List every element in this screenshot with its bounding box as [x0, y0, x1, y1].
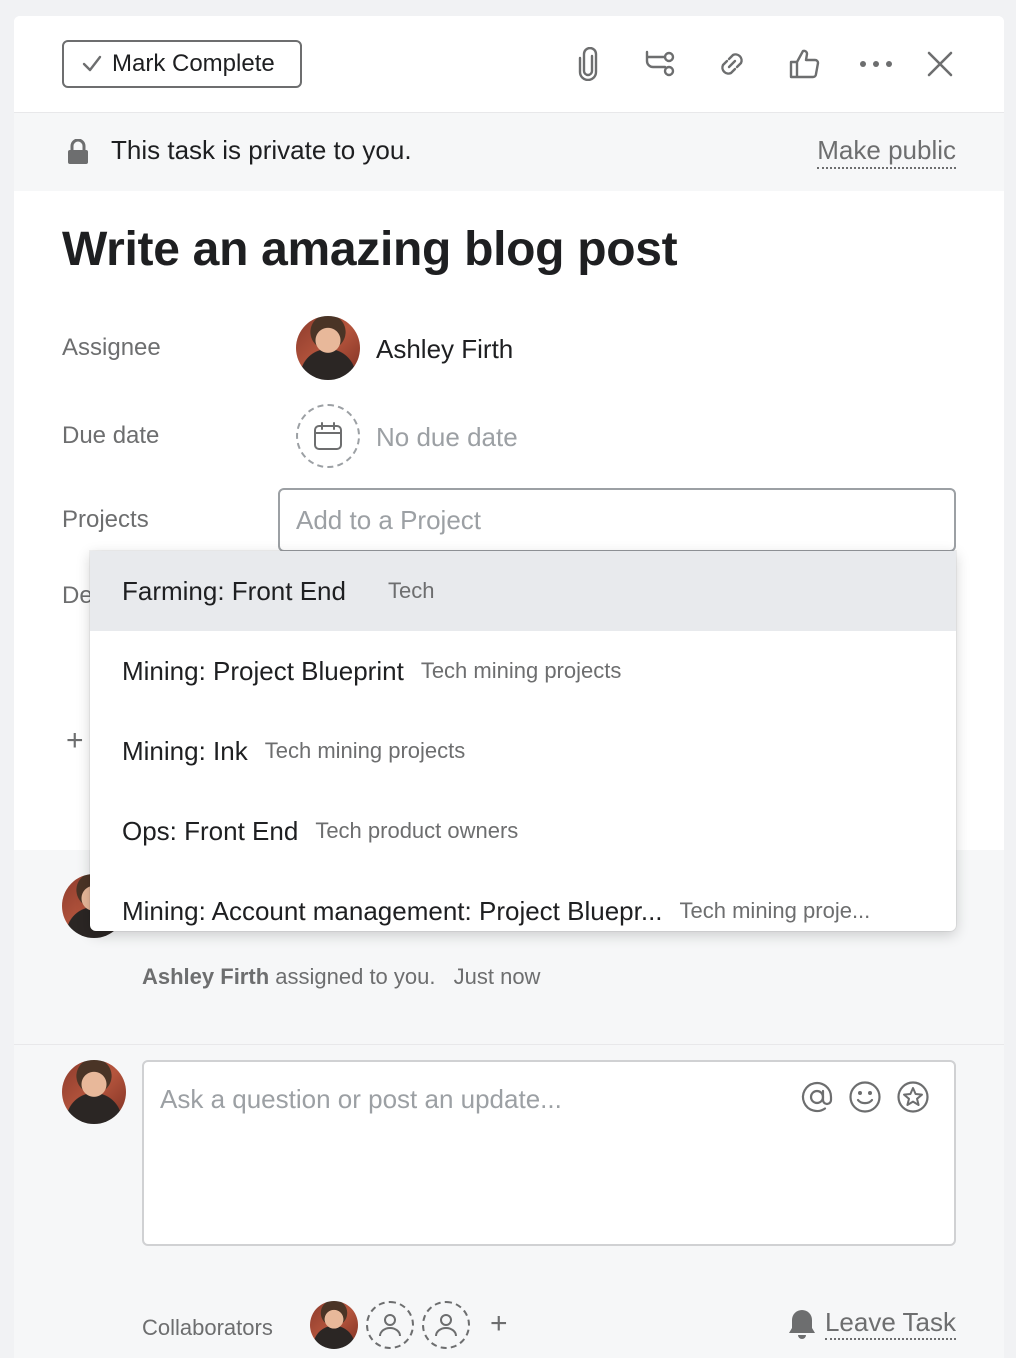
leave-task-label: Leave Task [824, 1307, 956, 1340]
dropdown-item[interactable]: Farming: Front End Tech [90, 551, 956, 631]
project-team: Tech product owners [315, 818, 519, 843]
add-field-plus-icon[interactable]: + [66, 724, 84, 758]
subtask-icon[interactable] [642, 46, 678, 82]
project-team: Tech [387, 578, 435, 603]
task-title[interactable]: Write an amazing blog post [62, 222, 678, 277]
mark-complete-label: Mark Complete [112, 50, 275, 77]
dropdown-item[interactable]: Mining: Account management: Project Blue… [90, 871, 956, 931]
collaborator-avatar[interactable] [310, 1301, 358, 1349]
due-date-value[interactable]: No due date [376, 422, 518, 453]
privacy-banner: This task is private to you. Make public [14, 113, 1004, 191]
project-name: Mining: Ink [122, 735, 248, 766]
paperclip-icon[interactable] [570, 46, 606, 82]
project-name: Mining: Account management: Project Blue… [122, 895, 663, 926]
add-collaborator-plus-icon[interactable]: + [490, 1307, 508, 1341]
project-team: Tech mining projects [420, 658, 622, 683]
project-name: Farming: Front End [122, 575, 346, 606]
leave-task-button[interactable]: Leave Task [787, 1307, 956, 1340]
lock-icon [68, 139, 88, 164]
add-collaborator-slot[interactable] [366, 1301, 414, 1349]
projects-label: Projects [62, 506, 149, 533]
project-dropdown: Farming: Front End Tech Mining: Project … [90, 551, 956, 931]
assignee-label: Assignee [62, 334, 161, 361]
collaborators-label: Collaborators [142, 1315, 273, 1340]
person-icon [435, 1314, 457, 1337]
link-icon[interactable] [714, 46, 750, 82]
add-collaborator-slot[interactable] [422, 1301, 470, 1349]
more-icon[interactable] [858, 46, 894, 82]
mention-icon[interactable] [800, 1080, 834, 1114]
thumbs-up-icon[interactable] [786, 46, 822, 82]
make-public-link[interactable]: Make public [817, 135, 956, 169]
project-search-input[interactable]: Add to a Project [278, 488, 956, 552]
due-date-button[interactable] [296, 404, 360, 468]
due-date-label: Due date [62, 422, 160, 449]
dropdown-item[interactable]: Mining: Project Blueprint Tech mining pr… [90, 631, 956, 711]
person-icon [379, 1314, 401, 1337]
close-icon[interactable] [922, 46, 958, 82]
project-name: Ops: Front End [122, 815, 299, 846]
assignee-avatar[interactable] [296, 316, 360, 380]
calendar-icon [314, 422, 342, 450]
check-icon [82, 55, 102, 72]
activity-story: Ashley Firth assigned to you. Just now [142, 964, 540, 990]
dropdown-item[interactable]: Ops: Front End Tech product owners [90, 791, 956, 871]
comment-input[interactable]: Ask a question or post an update... [142, 1060, 956, 1246]
activity-action: assigned to you. [275, 964, 436, 989]
activity-actor[interactable]: Ashley Firth [142, 964, 269, 989]
assignee-name[interactable]: Ashley Firth [376, 334, 513, 365]
project-team: Tech mining projects [264, 738, 466, 763]
dropdown-item[interactable]: Mining: Ink Tech mining projects [90, 711, 956, 791]
star-icon[interactable] [896, 1080, 930, 1114]
bell-icon [788, 1309, 815, 1339]
current-user-avatar [62, 1060, 126, 1124]
project-name: Mining: Project Blueprint [122, 655, 404, 686]
project-team: Tech mining proje... [679, 898, 871, 923]
task-toolbar: Mark Complete [14, 16, 1004, 113]
comment-placeholder: Ask a question or post an update... [160, 1084, 562, 1114]
emoji-icon[interactable] [848, 1080, 882, 1114]
mark-complete-button[interactable]: Mark Complete [62, 40, 302, 88]
activity-time: Just now [453, 964, 541, 989]
privacy-message: This task is private to you. [111, 135, 412, 165]
description-label: De [62, 582, 93, 609]
comment-section: Ask a question or post an update... Coll… [14, 1045, 1004, 1358]
